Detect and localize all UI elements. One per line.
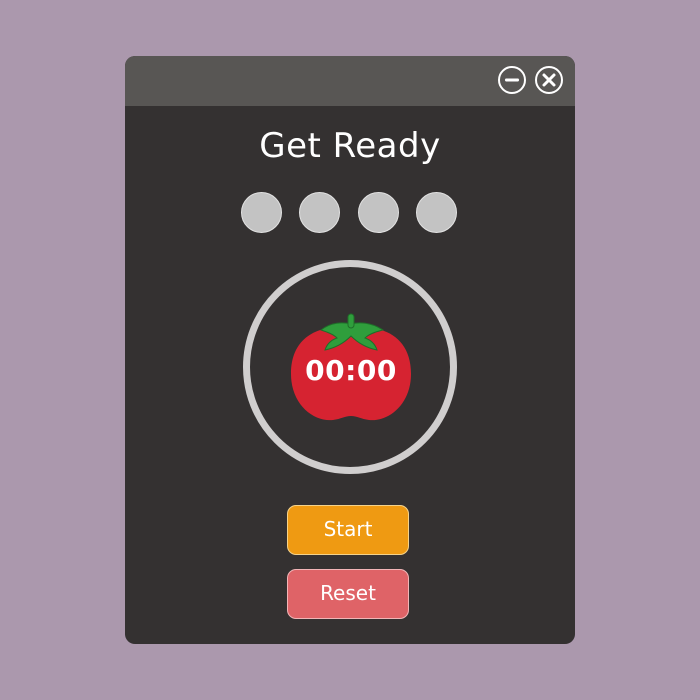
timer-display: 00:00	[305, 354, 397, 387]
tomato-timer: 00:00	[289, 306, 413, 430]
session-progress-dots	[241, 192, 461, 236]
session-dot	[299, 192, 340, 233]
close-button[interactable]	[535, 66, 563, 94]
session-dot	[241, 192, 282, 233]
session-dot	[416, 192, 457, 233]
x-circle-icon	[542, 73, 556, 87]
title-bar[interactable]	[125, 56, 575, 106]
page-title: Get Ready	[259, 126, 441, 166]
reset-button[interactable]: Reset	[287, 569, 409, 619]
session-dot	[358, 192, 399, 233]
minus-circle-icon	[505, 78, 519, 82]
minimize-button[interactable]	[498, 66, 526, 94]
start-button[interactable]: Start	[287, 505, 409, 555]
pomodoro-window: Get Ready 00:00 Start Reset	[125, 56, 575, 644]
